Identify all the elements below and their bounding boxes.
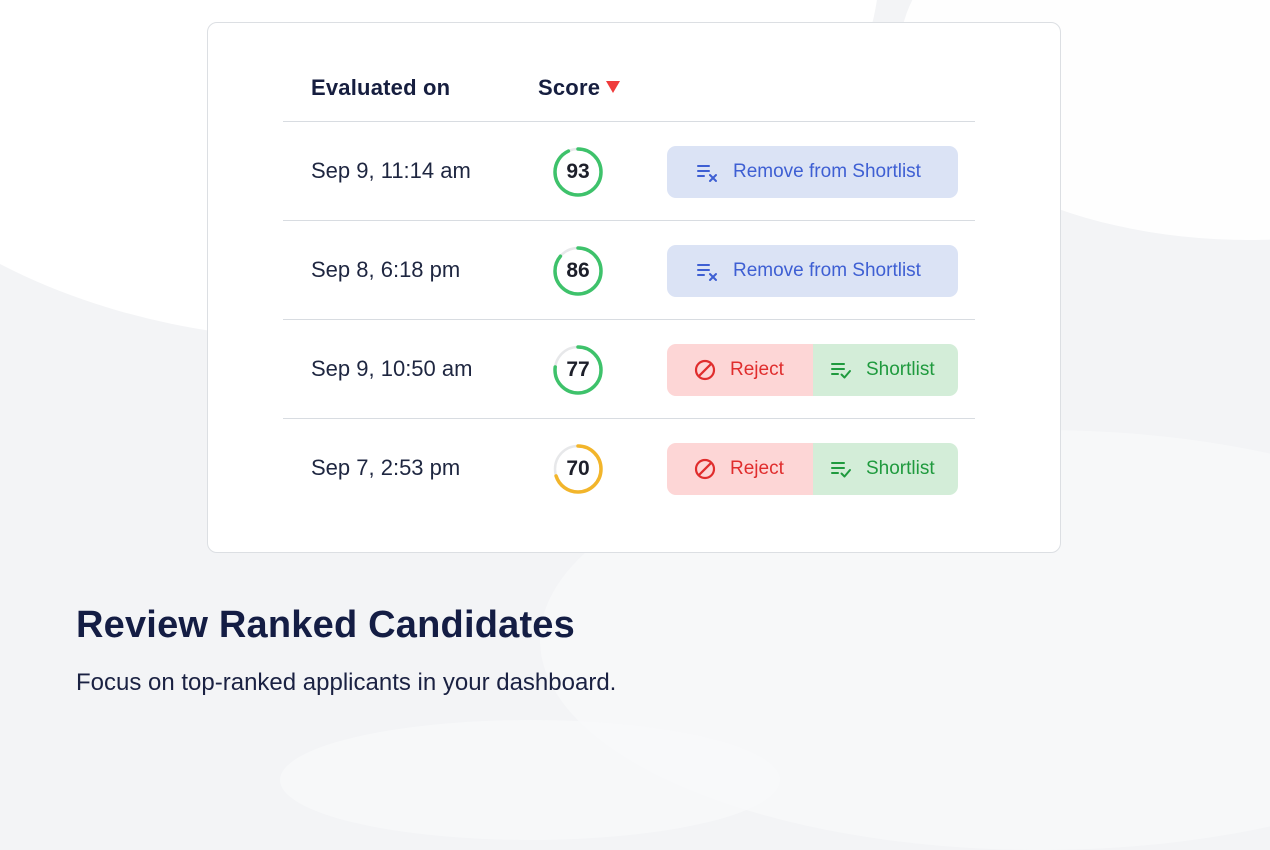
evaluated-date: Sep 7, 2:53 pm [311, 455, 461, 480]
header-score-label: Score [538, 75, 601, 100]
table-body: Sep 9, 11:14 am 93 Remove from Shortlist… [283, 122, 975, 517]
table-row: Sep 7, 2:53 pm 70 Reject Shortlist [283, 419, 975, 517]
score-value: 70 [566, 457, 590, 480]
candidates-table: Evaluated on Score Sep 9, 11:14 am 93 Re… [283, 73, 975, 517]
shortlist-label: Shortlist [866, 458, 935, 479]
reject-button[interactable]: Reject [667, 344, 813, 396]
score-ring: 86 [551, 244, 605, 298]
list-remove-icon [695, 259, 719, 283]
remove-from-shortlist-label: Remove from Shortlist [733, 161, 921, 182]
sort-desc-icon[interactable] [606, 81, 621, 93]
candidates-card: Evaluated on Score Sep 9, 11:14 am 93 Re… [207, 22, 1061, 553]
table-row: Sep 9, 11:14 am 93 Remove from Shortlist [283, 122, 975, 221]
shortlist-button[interactable]: Shortlist [813, 443, 958, 495]
score-value: 93 [566, 160, 590, 183]
table-row: Sep 8, 6:18 pm 86 Remove from Shortlist [283, 221, 975, 320]
list-check-icon [829, 358, 853, 382]
section-subtitle: Focus on top-ranked applicants in your d… [76, 669, 617, 696]
table-header: Evaluated on Score [283, 73, 975, 122]
remove-from-shortlist-button[interactable]: Remove from Shortlist [667, 146, 958, 198]
evaluated-date: Sep 9, 10:50 am [311, 356, 473, 381]
header-evaluated-on[interactable]: Evaluated on [311, 75, 450, 101]
shortlist-button[interactable]: Shortlist [813, 344, 958, 396]
section-title: Review Ranked Candidates [76, 604, 575, 646]
header-score[interactable]: Score [538, 75, 621, 101]
list-remove-icon [695, 160, 719, 184]
score-value: 77 [566, 358, 590, 381]
reject-label: Reject [730, 359, 784, 380]
evaluated-date: Sep 9, 11:14 am [311, 158, 471, 183]
score-ring: 70 [551, 442, 605, 496]
score-ring: 93 [551, 145, 605, 199]
score-ring: 77 [551, 343, 605, 397]
action-button-group: Reject Shortlist [667, 344, 958, 396]
table-row: Sep 9, 10:50 am 77 Reject Shortlist [283, 320, 975, 419]
action-button-group: Reject Shortlist [667, 443, 958, 495]
ban-icon [693, 358, 717, 382]
reject-button[interactable]: Reject [667, 443, 813, 495]
shortlist-label: Shortlist [866, 359, 935, 380]
score-value: 86 [566, 259, 590, 282]
ban-icon [693, 457, 717, 481]
list-check-icon [829, 457, 853, 481]
remove-from-shortlist-button[interactable]: Remove from Shortlist [667, 245, 958, 297]
remove-from-shortlist-label: Remove from Shortlist [733, 260, 921, 281]
reject-label: Reject [730, 458, 784, 479]
evaluated-date: Sep 8, 6:18 pm [311, 257, 461, 282]
